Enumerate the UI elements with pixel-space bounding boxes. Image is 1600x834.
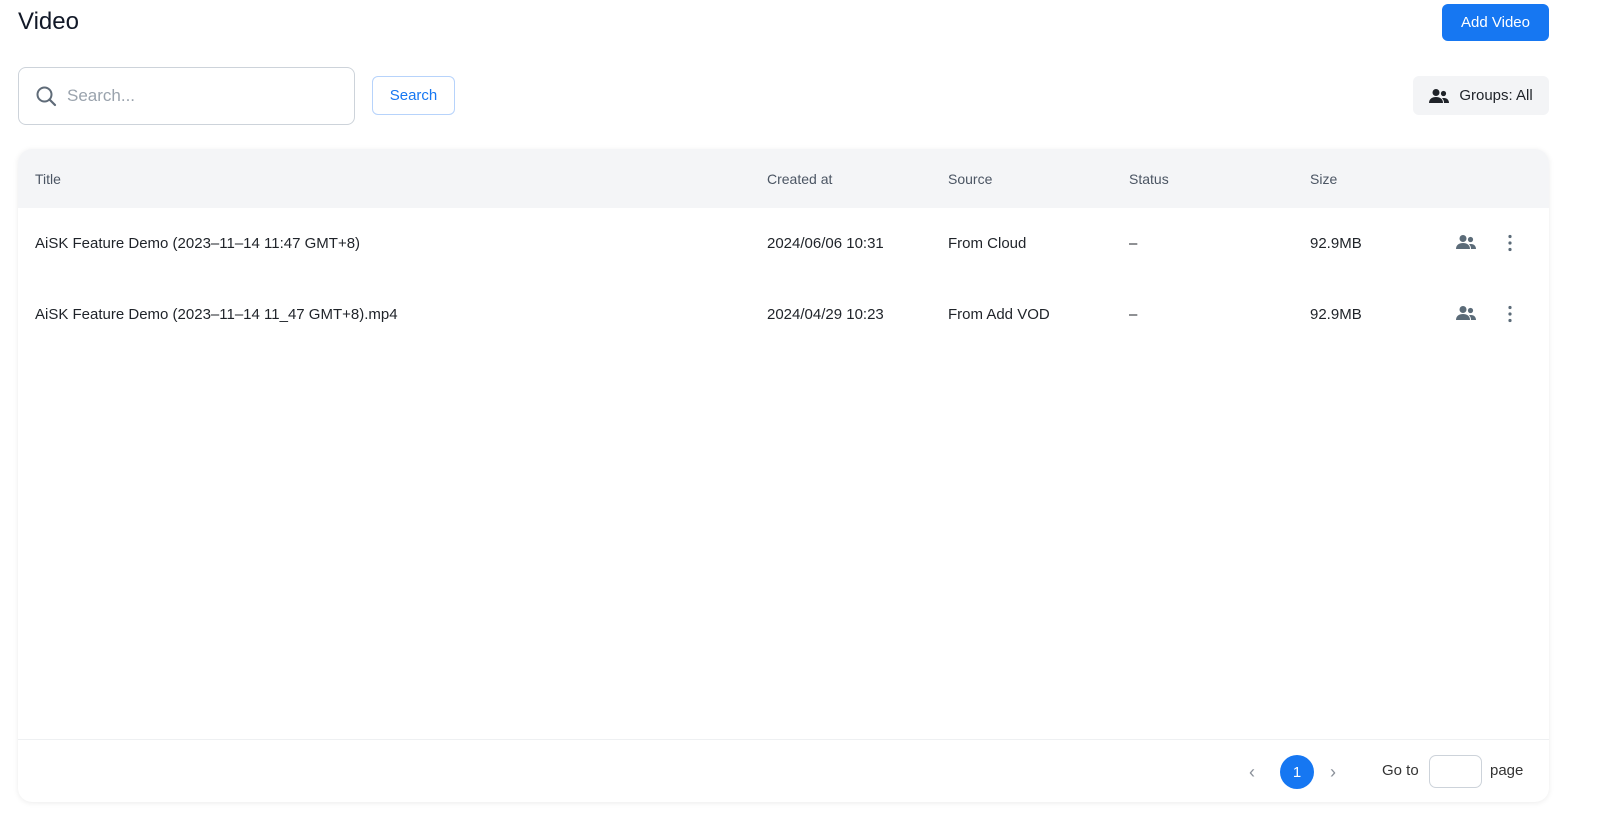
search-field[interactable]: [18, 67, 355, 125]
column-title: Title: [35, 170, 61, 187]
column-created-at: Created at: [767, 170, 833, 187]
search-input[interactable]: [67, 86, 317, 106]
more-vertical-icon[interactable]: [1506, 234, 1514, 252]
page-1-button[interactable]: 1: [1280, 755, 1314, 789]
table-row[interactable]: AiSK Feature Demo (2023–11–14 11:47 GMT+…: [18, 208, 1549, 279]
table-header: Title Created at Source Status Size: [18, 149, 1549, 208]
column-size: Size: [1310, 170, 1338, 187]
created-at: 2024/06/06 10:31: [767, 235, 884, 252]
size: 92.9MB: [1310, 235, 1362, 252]
prev-page-button[interactable]: ‹: [1249, 762, 1255, 783]
column-source: Source: [948, 170, 993, 187]
users-icon: [1429, 88, 1450, 103]
search-button[interactable]: Search: [372, 76, 455, 115]
pagination: ‹ 1 › Go to page: [18, 739, 1549, 802]
groups-label: Groups: All: [1459, 87, 1533, 104]
video-title[interactable]: AiSK Feature Demo (2023–11–14 11_47 GMT+…: [35, 306, 398, 323]
video-title[interactable]: AiSK Feature Demo (2023–11–14 11:47 GMT+…: [35, 235, 360, 252]
goto-page-input[interactable]: [1429, 755, 1482, 788]
table-row[interactable]: AiSK Feature Demo (2023–11–14 11_47 GMT+…: [18, 279, 1549, 350]
next-page-button[interactable]: ›: [1330, 762, 1336, 783]
status: –: [1129, 235, 1138, 252]
users-icon[interactable]: [1456, 234, 1476, 250]
source: From Add VOD: [948, 306, 1050, 323]
size: 92.9MB: [1310, 306, 1362, 323]
page-title: Video: [18, 8, 79, 35]
video-table: Title Created at Source Status Size AiSK…: [18, 149, 1549, 802]
page-label: page: [1490, 762, 1524, 779]
add-video-button[interactable]: Add Video: [1442, 4, 1549, 41]
more-vertical-icon[interactable]: [1506, 305, 1514, 323]
source: From Cloud: [948, 235, 1027, 252]
groups-filter-button[interactable]: Groups: All: [1413, 76, 1549, 115]
status: –: [1129, 306, 1138, 323]
column-status: Status: [1129, 170, 1169, 187]
search-icon: [36, 86, 57, 107]
users-icon[interactable]: [1456, 305, 1476, 321]
created-at: 2024/04/29 10:23: [767, 306, 884, 323]
goto-label: Go to: [1382, 762, 1419, 779]
